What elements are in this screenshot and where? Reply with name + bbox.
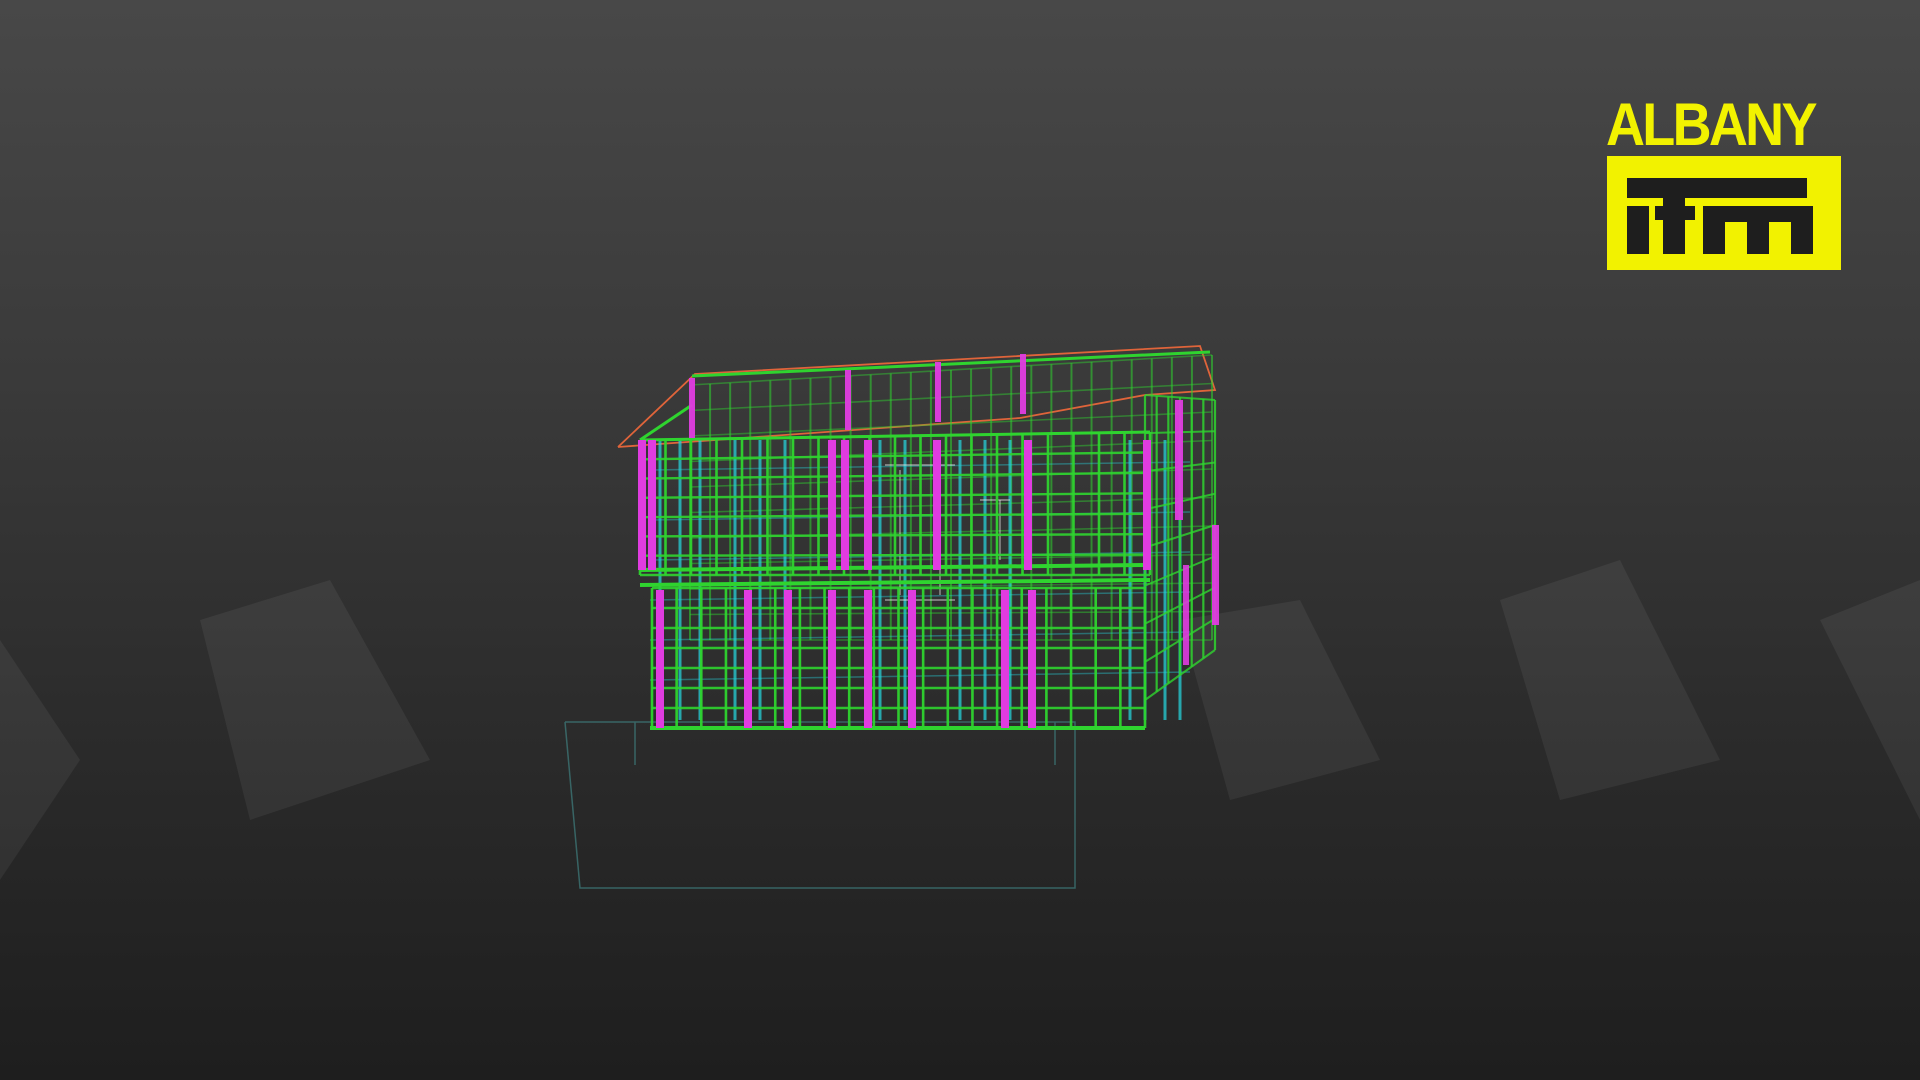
top-plate-corner [639,403,693,442]
post-upper [933,440,941,570]
post-lower [828,590,836,728]
post-lower [864,590,872,728]
post-rear [689,378,695,438]
post-lower [744,590,752,728]
post-side [1175,400,1183,520]
post-lower [1028,590,1036,728]
post-rear [845,370,851,430]
itm-logo-mark [1607,156,1841,270]
post-upper [1143,440,1151,570]
post-upper [1024,440,1032,570]
post-upper [638,440,646,570]
post-side [1212,525,1219,625]
post-upper [648,440,656,570]
post-upper [864,440,872,570]
post-lower [908,590,916,728]
post-upper [828,440,836,570]
post-lower [1001,590,1009,728]
front-upper-rail [639,553,1151,557]
post-rear [1020,354,1026,414]
post-lower [656,590,664,728]
brand-name: ALBANY [1606,91,1818,158]
post-side [1183,565,1189,665]
foundation-outline [564,721,1076,889]
post-lower [784,590,792,728]
post-upper [841,440,849,570]
albany-itm-logo: ALBANY [1606,91,1842,272]
post-rear [935,362,941,422]
interior-rail [649,671,1191,681]
